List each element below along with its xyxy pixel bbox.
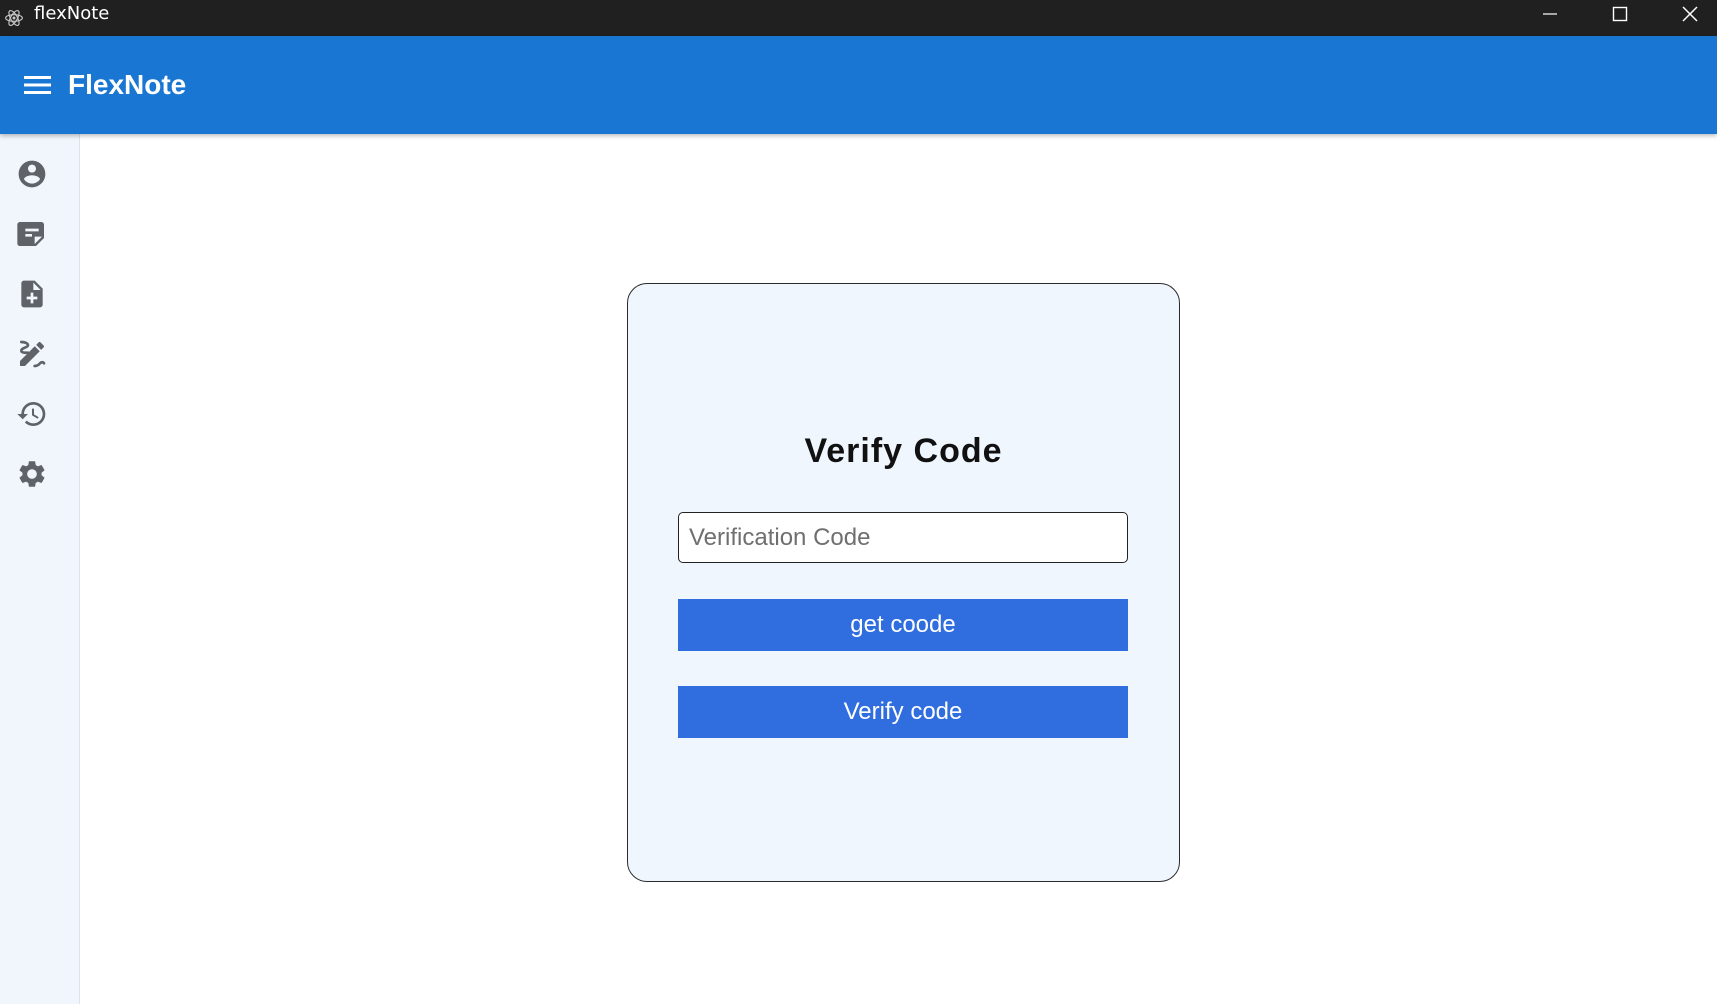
electron-icon bbox=[5, 10, 23, 26]
verify-code-title: Verify Code bbox=[804, 432, 1003, 470]
app-header: FlexNote bbox=[0, 36, 1717, 134]
sidebar-item-account[interactable] bbox=[12, 154, 52, 194]
edit-note-icon bbox=[19, 340, 46, 368]
verification-code-input[interactable] bbox=[678, 512, 1128, 563]
new-note-icon bbox=[21, 280, 43, 308]
history-icon bbox=[17, 402, 46, 426]
verify-code-card: Verify Code get coode Verify code bbox=[627, 283, 1180, 882]
minimize-icon bbox=[1543, 13, 1557, 15]
sidebar-item-new-note[interactable] bbox=[12, 274, 52, 314]
maximize-icon bbox=[1612, 6, 1628, 22]
close-button[interactable] bbox=[1655, 0, 1717, 28]
close-icon bbox=[1682, 6, 1698, 22]
maximize-button[interactable] bbox=[1585, 0, 1655, 28]
minimize-button[interactable] bbox=[1515, 0, 1585, 28]
window-titlebar: flexNote bbox=[0, 0, 1717, 36]
settings-icon bbox=[19, 461, 45, 487]
notes-icon bbox=[17, 222, 44, 246]
menu-button[interactable] bbox=[20, 70, 56, 100]
sidebar-item-settings[interactable] bbox=[12, 454, 52, 494]
verify-code-button[interactable]: Verify code bbox=[678, 686, 1128, 738]
sidebar bbox=[0, 134, 80, 1004]
app-title: FlexNote bbox=[68, 69, 187, 100]
account-circle-icon bbox=[18, 160, 46, 188]
hamburger-menu-icon bbox=[24, 76, 51, 94]
sidebar-item-edit-note[interactable] bbox=[12, 334, 52, 374]
get-code-button[interactable]: get coode bbox=[678, 599, 1128, 651]
sidebar-item-notes[interactable] bbox=[12, 214, 52, 254]
sidebar-item-history[interactable] bbox=[12, 394, 52, 434]
window-title: flexNote bbox=[34, 3, 110, 24]
